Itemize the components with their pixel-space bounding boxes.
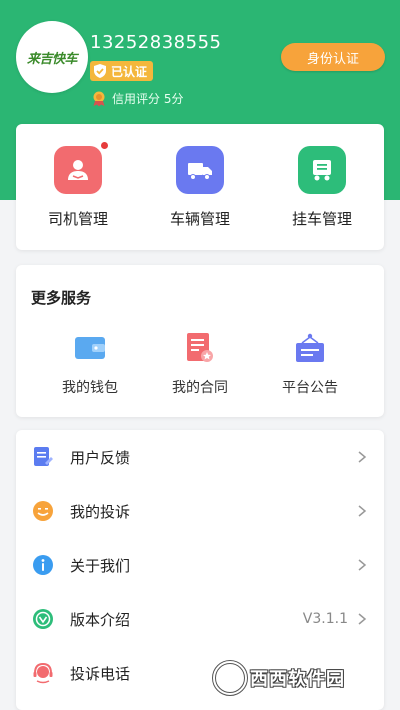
avatar-logo-text: 来吉快车 — [26, 51, 78, 67]
chevron-right-icon — [358, 613, 367, 625]
notice-item[interactable]: 平台公告 — [260, 331, 360, 397]
credit-score: 信用评分 5分 — [92, 90, 183, 107]
trailer-management-label: 挂车管理 — [291, 210, 352, 228]
wallet-icon — [73, 331, 107, 365]
list-item-label: 关于我们 — [70, 556, 131, 575]
notice-label: 平台公告 — [282, 380, 338, 396]
avatar[interactable]: 来吉快车 — [16, 21, 88, 93]
truck-icon — [176, 146, 224, 194]
vehicle-management-item[interactable]: 车辆管理 — [150, 146, 250, 229]
driver-icon — [54, 142, 108, 194]
version-icon — [32, 608, 54, 630]
version-value: V3.1.1 — [302, 611, 348, 627]
contract-item[interactable]: 我的合同 — [150, 331, 250, 397]
trailer-icon — [298, 146, 346, 194]
notice-board-icon — [293, 331, 327, 365]
watermark-text: 西西软件园 — [250, 668, 345, 690]
driver-management-item[interactable]: 司机管理 — [28, 142, 128, 229]
list-item-label: 我的投诉 — [70, 502, 131, 521]
phone-number: 13252838555 — [90, 32, 222, 53]
more-services-card: 更多服务 我的钱包 我的合同 平台公告 — [16, 265, 384, 417]
verified-label: 已认证 — [111, 64, 148, 79]
credit-text: 信用评分 5分 — [112, 92, 184, 106]
wallet-label: 我的钱包 — [62, 380, 118, 396]
vehicle-management-label: 车辆管理 — [169, 210, 230, 228]
list-item-label: 用户反馈 — [70, 448, 131, 467]
hotline-icon — [32, 662, 54, 684]
chevron-right-icon — [358, 559, 367, 571]
contract-label: 我的合同 — [172, 380, 228, 396]
feedback-icon — [32, 446, 54, 468]
wallet-item[interactable]: 我的钱包 — [40, 331, 140, 397]
list-item-complaint[interactable]: 我的投诉 — [16, 484, 384, 538]
verified-badge: 已认证 — [90, 61, 154, 81]
management-card: 司机管理 车辆管理 挂车管理 — [16, 124, 384, 250]
driver-management-label: 司机管理 — [47, 210, 108, 228]
list-item-label: 版本介绍 — [70, 610, 131, 629]
list-item-about[interactable]: 关于我们 — [16, 538, 384, 592]
shield-check-icon — [94, 64, 106, 78]
watermark: 西西软件园 — [210, 655, 400, 700]
complaint-icon — [32, 500, 54, 522]
info-icon — [32, 554, 54, 576]
contract-icon — [183, 331, 217, 365]
chevron-right-icon — [358, 451, 367, 463]
list-item-version[interactable]: 版本介绍 V3.1.1 — [16, 592, 384, 646]
medal-icon — [93, 91, 105, 106]
identity-verify-button[interactable]: 身份认证 — [281, 43, 385, 71]
trailer-management-item[interactable]: 挂车管理 — [272, 146, 372, 229]
list-item-feedback[interactable]: 用户反馈 — [16, 430, 384, 484]
more-services-title: 更多服务 — [31, 289, 92, 307]
chevron-right-icon — [358, 505, 367, 517]
notification-dot — [101, 142, 108, 149]
watermark-logo-icon — [212, 659, 248, 696]
